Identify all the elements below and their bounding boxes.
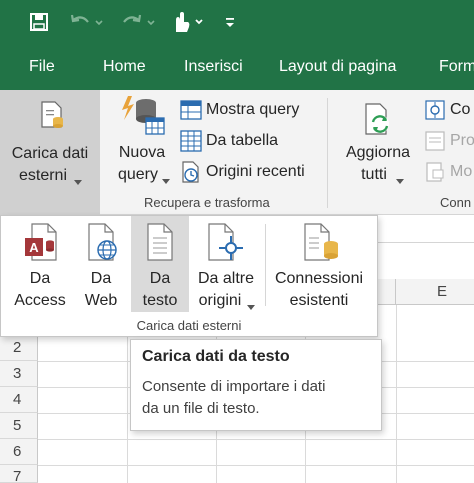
connessioni-button[interactable]: Co <box>424 96 470 124</box>
nuova-query-label-1: Nuova <box>118 144 166 161</box>
column-header-e[interactable]: E <box>378 279 474 305</box>
dropdown-group-label: Carica dati esterni <box>136 318 242 333</box>
connessioni-esistenti-button[interactable]: Connessioni esistenti <box>269 216 369 312</box>
new-query-icon <box>118 94 166 138</box>
da-testo-label-1: Da <box>149 270 171 287</box>
da-altre-origini-button[interactable]: Da altre origini <box>193 216 259 312</box>
svg-text:A: A <box>29 240 39 255</box>
text-file-icon <box>145 222 175 267</box>
dropdown-separator <box>265 224 266 306</box>
other-sources-icon <box>205 222 245 267</box>
gridline <box>396 305 397 483</box>
proprieta-label: Pro <box>450 132 474 149</box>
ribbon-data-tab: Carica dati esterni Nuova query Mostra q… <box>0 90 474 215</box>
aggiorna-tutti-button[interactable]: Aggiorna tutti <box>340 94 416 190</box>
row-header-6[interactable]: 6 <box>0 439 38 465</box>
tab-formule[interactable]: Form <box>439 58 474 76</box>
gridline <box>38 439 474 440</box>
da-altre-label-2: origini <box>198 292 242 309</box>
column-header-d-edge <box>378 279 396 305</box>
da-access-button[interactable]: A Da Access <box>9 216 71 312</box>
origini-recenti-button[interactable]: Origini recenti <box>180 158 305 186</box>
proprieta-button[interactable]: Pro <box>424 127 474 155</box>
tab-home[interactable]: Home <box>103 58 146 76</box>
row-header-4[interactable]: 4 <box>0 387 38 413</box>
da-testo-button[interactable]: Da testo <box>131 216 189 312</box>
customize-qat-icon[interactable] <box>220 8 240 36</box>
row-header-7[interactable]: 7 <box>0 465 38 483</box>
tooltip-description: Consente di importare i dati da un file … <box>142 376 370 420</box>
connessioni-esistenti-label-1: Connessioni <box>274 270 364 287</box>
ribbon-tabs: File Home Inserisci Layout di pagina For… <box>0 46 474 90</box>
da-altre-label-1: Da altre <box>197 270 255 287</box>
touch-mode-icon[interactable] <box>168 8 208 36</box>
table-icon <box>180 130 202 152</box>
tab-inserisci[interactable]: Inserisci <box>184 58 243 76</box>
da-web-label-2: Web <box>84 292 118 309</box>
mostra-query-label: Mostra query <box>206 101 300 118</box>
row-header-5[interactable]: 5 <box>0 413 38 439</box>
da-access-label-2: Access <box>14 292 66 309</box>
group-label-recupera: Recupera e trasforma <box>144 195 270 210</box>
carica-dati-esterni-button[interactable]: Carica dati esterni <box>0 90 100 215</box>
web-globe-icon <box>85 222 119 267</box>
row-header-2[interactable]: 2 <box>0 335 38 361</box>
mostra-query-button[interactable]: Mostra query <box>180 96 299 124</box>
recent-sources-icon <box>180 161 202 183</box>
connessioni-label: Co <box>450 101 471 118</box>
show-queries-icon <box>180 99 202 121</box>
tooltip-description-line-2: da un file di testo. <box>142 400 260 417</box>
da-web-label-1: Da <box>90 270 112 287</box>
refresh-all-icon <box>360 102 396 138</box>
nuova-query-button[interactable]: Nuova query <box>114 94 170 190</box>
group-separator <box>327 98 328 208</box>
carica-dati-label-2: esterni <box>18 167 68 184</box>
access-icon: A <box>24 222 58 267</box>
existing-connections-icon <box>301 222 341 267</box>
connessioni-esistenti-label-2: esistenti <box>289 292 349 309</box>
group-label-connessioni: Conn <box>440 195 472 210</box>
connections-icon <box>424 99 446 121</box>
save-icon[interactable] <box>26 8 52 36</box>
external-data-icon <box>38 100 66 130</box>
chevron-down-icon <box>74 173 82 191</box>
undo-icon[interactable] <box>66 8 106 36</box>
quick-access-toolbar <box>0 0 474 46</box>
tooltip-description-line-1: Consente di importare i dati <box>142 378 326 395</box>
modifica-label: Mo <box>450 163 473 180</box>
nuova-query-label-2: query <box>117 166 159 183</box>
tab-file[interactable]: File <box>29 58 55 76</box>
chevron-down-icon <box>247 298 255 316</box>
aggiorna-label-1: Aggiorna <box>345 144 411 161</box>
column-label-e: E <box>437 283 448 300</box>
tab-layout-di-pagina[interactable]: Layout di pagina <box>279 58 396 76</box>
da-testo-label-2: testo <box>142 292 178 309</box>
chevron-down-icon <box>162 172 170 190</box>
da-tabella-label: Da tabella <box>206 132 279 149</box>
origini-recenti-label: Origini recenti <box>206 163 305 180</box>
tooltip-title: Carica dati da testo <box>142 348 290 365</box>
edit-links-icon <box>424 161 446 183</box>
properties-icon <box>424 130 446 152</box>
carica-dati-label-1: Carica dati <box>11 145 89 162</box>
tooltip-da-testo: Carica dati da testo Consente di importa… <box>130 339 382 431</box>
da-web-button[interactable]: Da Web <box>75 216 127 312</box>
redo-icon[interactable] <box>115 8 159 36</box>
row-header-3[interactable]: 3 <box>0 361 38 387</box>
modifica-collegamenti-button[interactable]: Mo <box>424 158 472 186</box>
gridline <box>38 465 474 466</box>
da-access-label-1: Da <box>29 270 51 287</box>
chevron-down-icon <box>396 172 404 190</box>
formula-bar[interactable] <box>378 215 474 243</box>
da-tabella-button[interactable]: Da tabella <box>180 127 278 155</box>
aggiorna-label-2: tutti <box>361 166 387 183</box>
carica-dati-esterni-dropdown: A Da Access Da Web Da testo Da altre ori… <box>0 215 378 337</box>
